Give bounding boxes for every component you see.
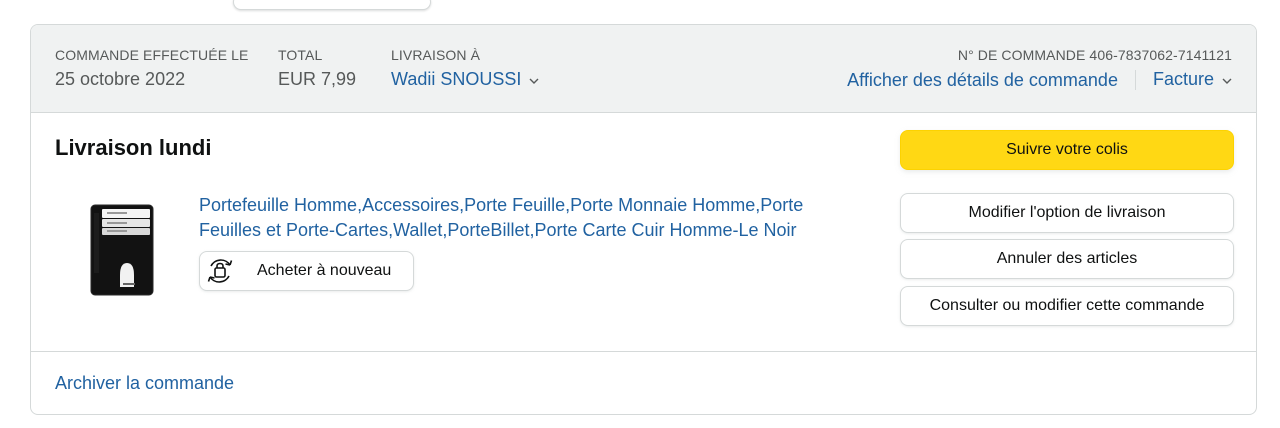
previous-card-edge	[233, 0, 431, 10]
total-label: TOTAL	[278, 47, 323, 63]
order-total-column: TOTAL EUR 7,99	[278, 46, 356, 91]
order-details-link[interactable]: Afficher des détails de commande	[847, 68, 1118, 92]
card-divider	[31, 351, 1256, 352]
archive-order-link[interactable]: Archiver la commande	[55, 373, 234, 394]
view-edit-order-button[interactable]: Consulter ou modifier cette commande	[900, 286, 1234, 326]
order-number-column: N° DE COMMANDE 406-7837062-7141121 Affic…	[847, 46, 1232, 93]
product-title-link[interactable]: Portefeuille Homme,Accessoires,Porte Feu…	[199, 193, 849, 243]
chevron-down-icon	[1222, 69, 1232, 93]
order-links: Afficher des détails de commande Facture	[847, 67, 1232, 93]
track-package-button[interactable]: Suivre votre colis	[900, 130, 1234, 170]
order-number: N° DE COMMANDE 406-7837062-7141121	[957, 47, 1232, 63]
ship-to-name[interactable]: Wadii SNOUSSI	[391, 69, 521, 89]
ship-to-label: LIVRAISON À	[391, 47, 481, 63]
ship-to-column: LIVRAISON À Wadii SNOUSSI	[391, 46, 539, 93]
cancel-items-button[interactable]: Annuler des articles	[900, 239, 1234, 279]
chevron-down-icon	[529, 69, 539, 93]
order-date: 25 octobre 2022	[55, 69, 186, 89]
buy-again-button[interactable]: Acheter à nouveau	[199, 251, 414, 291]
order-card: COMMANDE EFFECTUÉE LE 25 octobre 2022 TO…	[30, 24, 1257, 415]
invoice-dropdown[interactable]: Facture	[1153, 67, 1232, 93]
ship-to-dropdown[interactable]: Wadii SNOUSSI	[391, 67, 539, 93]
product-image[interactable]	[89, 203, 155, 297]
order-header: COMMANDE EFFECTUÉE LE 25 octobre 2022 TO…	[31, 25, 1256, 113]
order-date-column: COMMANDE EFFECTUÉE LE 25 octobre 2022	[55, 46, 248, 91]
change-delivery-button[interactable]: Modifier l'option de livraison	[900, 193, 1234, 233]
delivery-status-title: Livraison lundi	[55, 135, 212, 160]
link-divider	[1134, 70, 1136, 90]
total-value: EUR 7,99	[278, 69, 357, 89]
invoice-link[interactable]: Facture	[1153, 69, 1214, 89]
reorder-bag-icon	[203, 254, 237, 288]
order-placed-label: COMMANDE EFFECTUÉE LE	[55, 47, 249, 63]
buy-again-label: Acheter à nouveau	[257, 262, 392, 279]
